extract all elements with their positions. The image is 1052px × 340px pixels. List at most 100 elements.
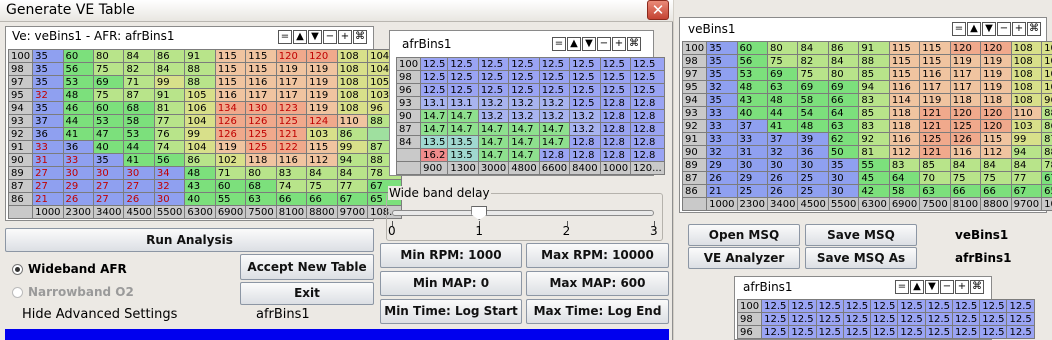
ve-cell[interactable]: 43	[184, 179, 216, 193]
ve-analyzer-button[interactable]: VE Analyzer	[688, 247, 800, 269]
ve-cell[interactable]: 34	[153, 166, 186, 180]
afr-cell[interactable]: 12.5	[569, 83, 601, 97]
ve-cell[interactable]: 70	[919, 171, 951, 185]
ve-cell[interactable]: 50	[827, 145, 860, 159]
ve-cell[interactable]: 88	[184, 75, 216, 89]
ve-cell[interactable]: 44	[123, 140, 155, 154]
afr-cell[interactable]: 12.8	[630, 109, 665, 123]
ve-cell[interactable]: 67	[1010, 184, 1043, 198]
ve-cell[interactable]: 37	[32, 114, 64, 128]
afr-cell[interactable]: 12.5	[924, 299, 953, 313]
ve-cell[interactable]: 88	[184, 62, 216, 76]
ve-cell[interactable]: 53	[62, 75, 95, 89]
ve-cell[interactable]: 55	[858, 158, 890, 172]
afr-cell[interactable]: 13.5	[447, 135, 479, 149]
ve-cell[interactable]: 85	[858, 67, 890, 81]
ve-cell[interactable]: 25	[736, 184, 769, 198]
ve-cell[interactable]: 48	[736, 80, 769, 94]
ve-cell[interactable]: 88	[1041, 106, 1052, 120]
ve-cell[interactable]: 122	[275, 140, 308, 154]
accept-new-table-button[interactable]: Accept New Table	[240, 254, 374, 280]
afr-cell[interactable]: 12.5	[761, 299, 790, 313]
afr-cell[interactable]: 13.2	[569, 122, 601, 136]
ve-cell[interactable]: 77	[1010, 171, 1043, 185]
ve-cell[interactable]: 60	[62, 49, 95, 63]
ve-cell[interactable]: 115	[888, 67, 921, 81]
wideband-afr-radio[interactable]: Wideband AFR	[12, 262, 127, 276]
afr-cell[interactable]: 12.8	[569, 135, 601, 149]
ve-cell[interactable]: 84	[153, 62, 186, 76]
ve-cell[interactable]: 36	[797, 145, 829, 159]
afr-cell[interactable]: 16.2	[420, 148, 449, 162]
afr-cell[interactable]: 12.5	[979, 325, 1008, 339]
ve-cell[interactable]: 71	[214, 166, 247, 180]
afr-cell[interactable]: 12.5	[1006, 325, 1035, 339]
ve-cell[interactable]: 32	[766, 145, 799, 159]
ve-cell[interactable]: 104	[1041, 54, 1052, 68]
ve-cell[interactable]: 84	[949, 158, 982, 172]
ve-cell[interactable]: 115	[888, 41, 921, 55]
afr-cell[interactable]: 12.5	[569, 96, 601, 110]
ve-cell[interactable]: 25	[797, 184, 829, 198]
afr-cell[interactable]: 12.5	[842, 325, 872, 339]
afr-cell[interactable]: 12.5	[870, 312, 899, 326]
ve-cell[interactable]: 30	[766, 158, 799, 172]
ve-cell[interactable]: 124	[306, 114, 338, 128]
open-msq-button[interactable]: Open MSQ	[688, 224, 800, 246]
ve-cell[interactable]: 27	[92, 179, 125, 193]
ve-cell[interactable]: 21	[32, 192, 64, 206]
ve-cell[interactable]: 63	[827, 119, 860, 133]
afr-cell[interactable]: 13.2	[569, 109, 601, 123]
ve-cell[interactable]: 33	[706, 106, 738, 120]
ve-cell[interactable]: 115	[919, 41, 951, 55]
ve-cell[interactable]: 47	[92, 127, 125, 141]
ve-cell[interactable]: 126	[245, 114, 277, 128]
afr-cell[interactable]: 12.5	[842, 312, 872, 326]
ve-cell[interactable]: 30	[153, 192, 186, 206]
ve-cell[interactable]: 58	[888, 184, 921, 198]
afr-cell[interactable]: 12.5	[630, 70, 665, 84]
afr-cell[interactable]: 12.8	[599, 135, 632, 149]
arrow-up-icon[interactable]: ▲	[910, 280, 924, 294]
ve-cell[interactable]: 119	[980, 67, 1012, 81]
ve-cell[interactable]: 48	[766, 93, 799, 107]
afr-cell[interactable]: 12.5	[897, 299, 926, 313]
ve-cell[interactable]: 80	[766, 41, 799, 55]
ve-cell[interactable]: 134	[214, 101, 247, 115]
ve-cell[interactable]: 116	[949, 145, 982, 159]
ve-cell[interactable]: 62	[827, 132, 860, 146]
afr-cell[interactable]: 13.1	[447, 96, 479, 110]
max-rpm-button[interactable]: Max RPM: 10000	[526, 243, 669, 268]
afr-cell[interactable]: 12.8	[630, 96, 665, 110]
exit-button[interactable]: Exit	[240, 282, 374, 305]
ve-cell[interactable]: 86	[1041, 119, 1052, 133]
ve-cell[interactable]: 44	[62, 114, 95, 128]
ve-cell[interactable]: 86	[153, 49, 186, 63]
ve-cell[interactable]: 104	[184, 114, 216, 128]
afr-cell[interactable]: 12.5	[815, 299, 844, 313]
ve-cell[interactable]: 110	[336, 114, 369, 128]
ve-cell[interactable]: 76	[153, 127, 186, 141]
ve-cell[interactable]: 86	[184, 153, 216, 167]
ve-cell[interactable]: 27	[123, 179, 155, 193]
ve-cell[interactable]: 29	[706, 158, 738, 172]
arrow-up-icon[interactable]: ▲	[567, 37, 581, 51]
arrow-down-icon[interactable]: ▼	[582, 37, 596, 51]
ve-cell[interactable]: 119	[949, 54, 982, 68]
ve-cell[interactable]: 115	[214, 49, 247, 63]
ve-cell[interactable]: 26	[766, 171, 799, 185]
ve-cell[interactable]: 30	[827, 184, 860, 198]
ve-cell[interactable]: 126	[214, 127, 247, 141]
ve-cell[interactable]: 84	[827, 54, 860, 68]
save-msq-as-button[interactable]: Save MSQ As	[805, 247, 917, 269]
ve-cell[interactable]: 125	[919, 132, 951, 146]
ve-cell[interactable]: 117	[949, 80, 982, 94]
ve-cell[interactable]: 84	[336, 166, 369, 180]
afr-cell[interactable]: 14.7	[477, 148, 510, 162]
ve-cell[interactable]: 83	[858, 119, 890, 133]
afr-cell[interactable]: 12.5	[599, 83, 632, 97]
ve-cell[interactable]: 116	[888, 80, 921, 94]
ve-cell[interactable]: 32	[706, 145, 738, 159]
afr-cell[interactable]: 12.8	[599, 109, 632, 123]
ve-cell[interactable]: 56	[153, 153, 186, 167]
